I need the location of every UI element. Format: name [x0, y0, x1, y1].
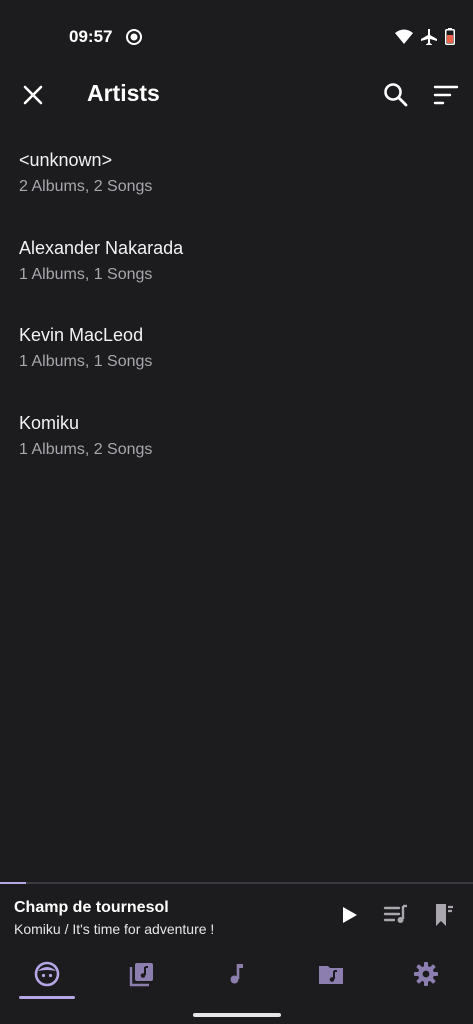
airplane-mode-icon — [421, 28, 437, 50]
app-bar: Artists — [0, 72, 473, 116]
play-button[interactable] — [338, 904, 360, 926]
nav-folders[interactable] — [311, 960, 351, 990]
close-icon — [23, 85, 43, 105]
status-bar: 09:57 — [0, 0, 473, 72]
artist-name: Komiku — [19, 412, 80, 433]
list-item[interactable]: <unknown> 2 Albums, 2 Songs — [0, 140, 473, 228]
gesture-home-bar[interactable] — [193, 1013, 281, 1017]
nav-artists[interactable] — [27, 960, 67, 990]
artist-name: Kevin MacLeod — [19, 325, 144, 345]
gear-icon — [414, 962, 438, 986]
mini-player[interactable]: Champ de tournesol Komiku / It's time fo… — [0, 884, 473, 944]
nav-albums[interactable] — [122, 960, 162, 990]
bottom-nav — [0, 948, 473, 1006]
artist-meta: 2 Albums, 2 Songs — [19, 178, 153, 195]
play-icon — [343, 907, 357, 923]
nav-songs[interactable] — [216, 960, 256, 990]
sort-icon — [433, 85, 459, 105]
now-playing-subtitle: Komiku / It's time for adventure ! — [14, 921, 215, 937]
list-item[interactable]: Alexander Nakarada 1 Albums, 1 Songs — [0, 228, 473, 316]
music-note-icon — [230, 964, 243, 984]
battery-icon — [445, 28, 455, 50]
wifi-icon — [395, 29, 413, 50]
music-folder-icon — [319, 966, 343, 984]
bookmark-button[interactable] — [432, 902, 456, 928]
queue-button[interactable] — [383, 904, 409, 926]
close-button[interactable] — [20, 82, 46, 108]
artist-list: <unknown> 2 Albums, 2 Songs Alexander Na… — [0, 140, 473, 490]
status-time: 09:57 — [69, 27, 113, 46]
bookmark-icon — [436, 904, 453, 926]
page-title: Artists — [87, 80, 160, 106]
artist-name: <unknown> — [19, 150, 113, 170]
queue-icon — [383, 904, 407, 923]
nav-settings[interactable] — [406, 960, 446, 990]
sort-button[interactable] — [432, 82, 460, 108]
artist-meta: 1 Albums, 2 Songs — [19, 440, 153, 458]
list-item[interactable]: Kevin MacLeod 1 Albums, 1 Songs — [0, 315, 473, 403]
search-icon — [384, 83, 408, 107]
screen-record-icon — [125, 28, 143, 51]
nav-active-indicator — [19, 996, 75, 999]
list-item[interactable]: Komiku 1 Albums, 2 Songs — [0, 403, 473, 491]
album-icon — [129, 963, 153, 987]
search-button[interactable] — [382, 81, 410, 109]
artist-meta: 1 Albums, 1 Songs — [19, 353, 153, 370]
artist-name: Alexander Nakarada — [19, 237, 184, 258]
artist-face-icon — [34, 961, 60, 987]
now-playing-title: Champ de tournesol — [14, 899, 169, 916]
artist-meta: 1 Albums, 1 Songs — [19, 265, 153, 283]
